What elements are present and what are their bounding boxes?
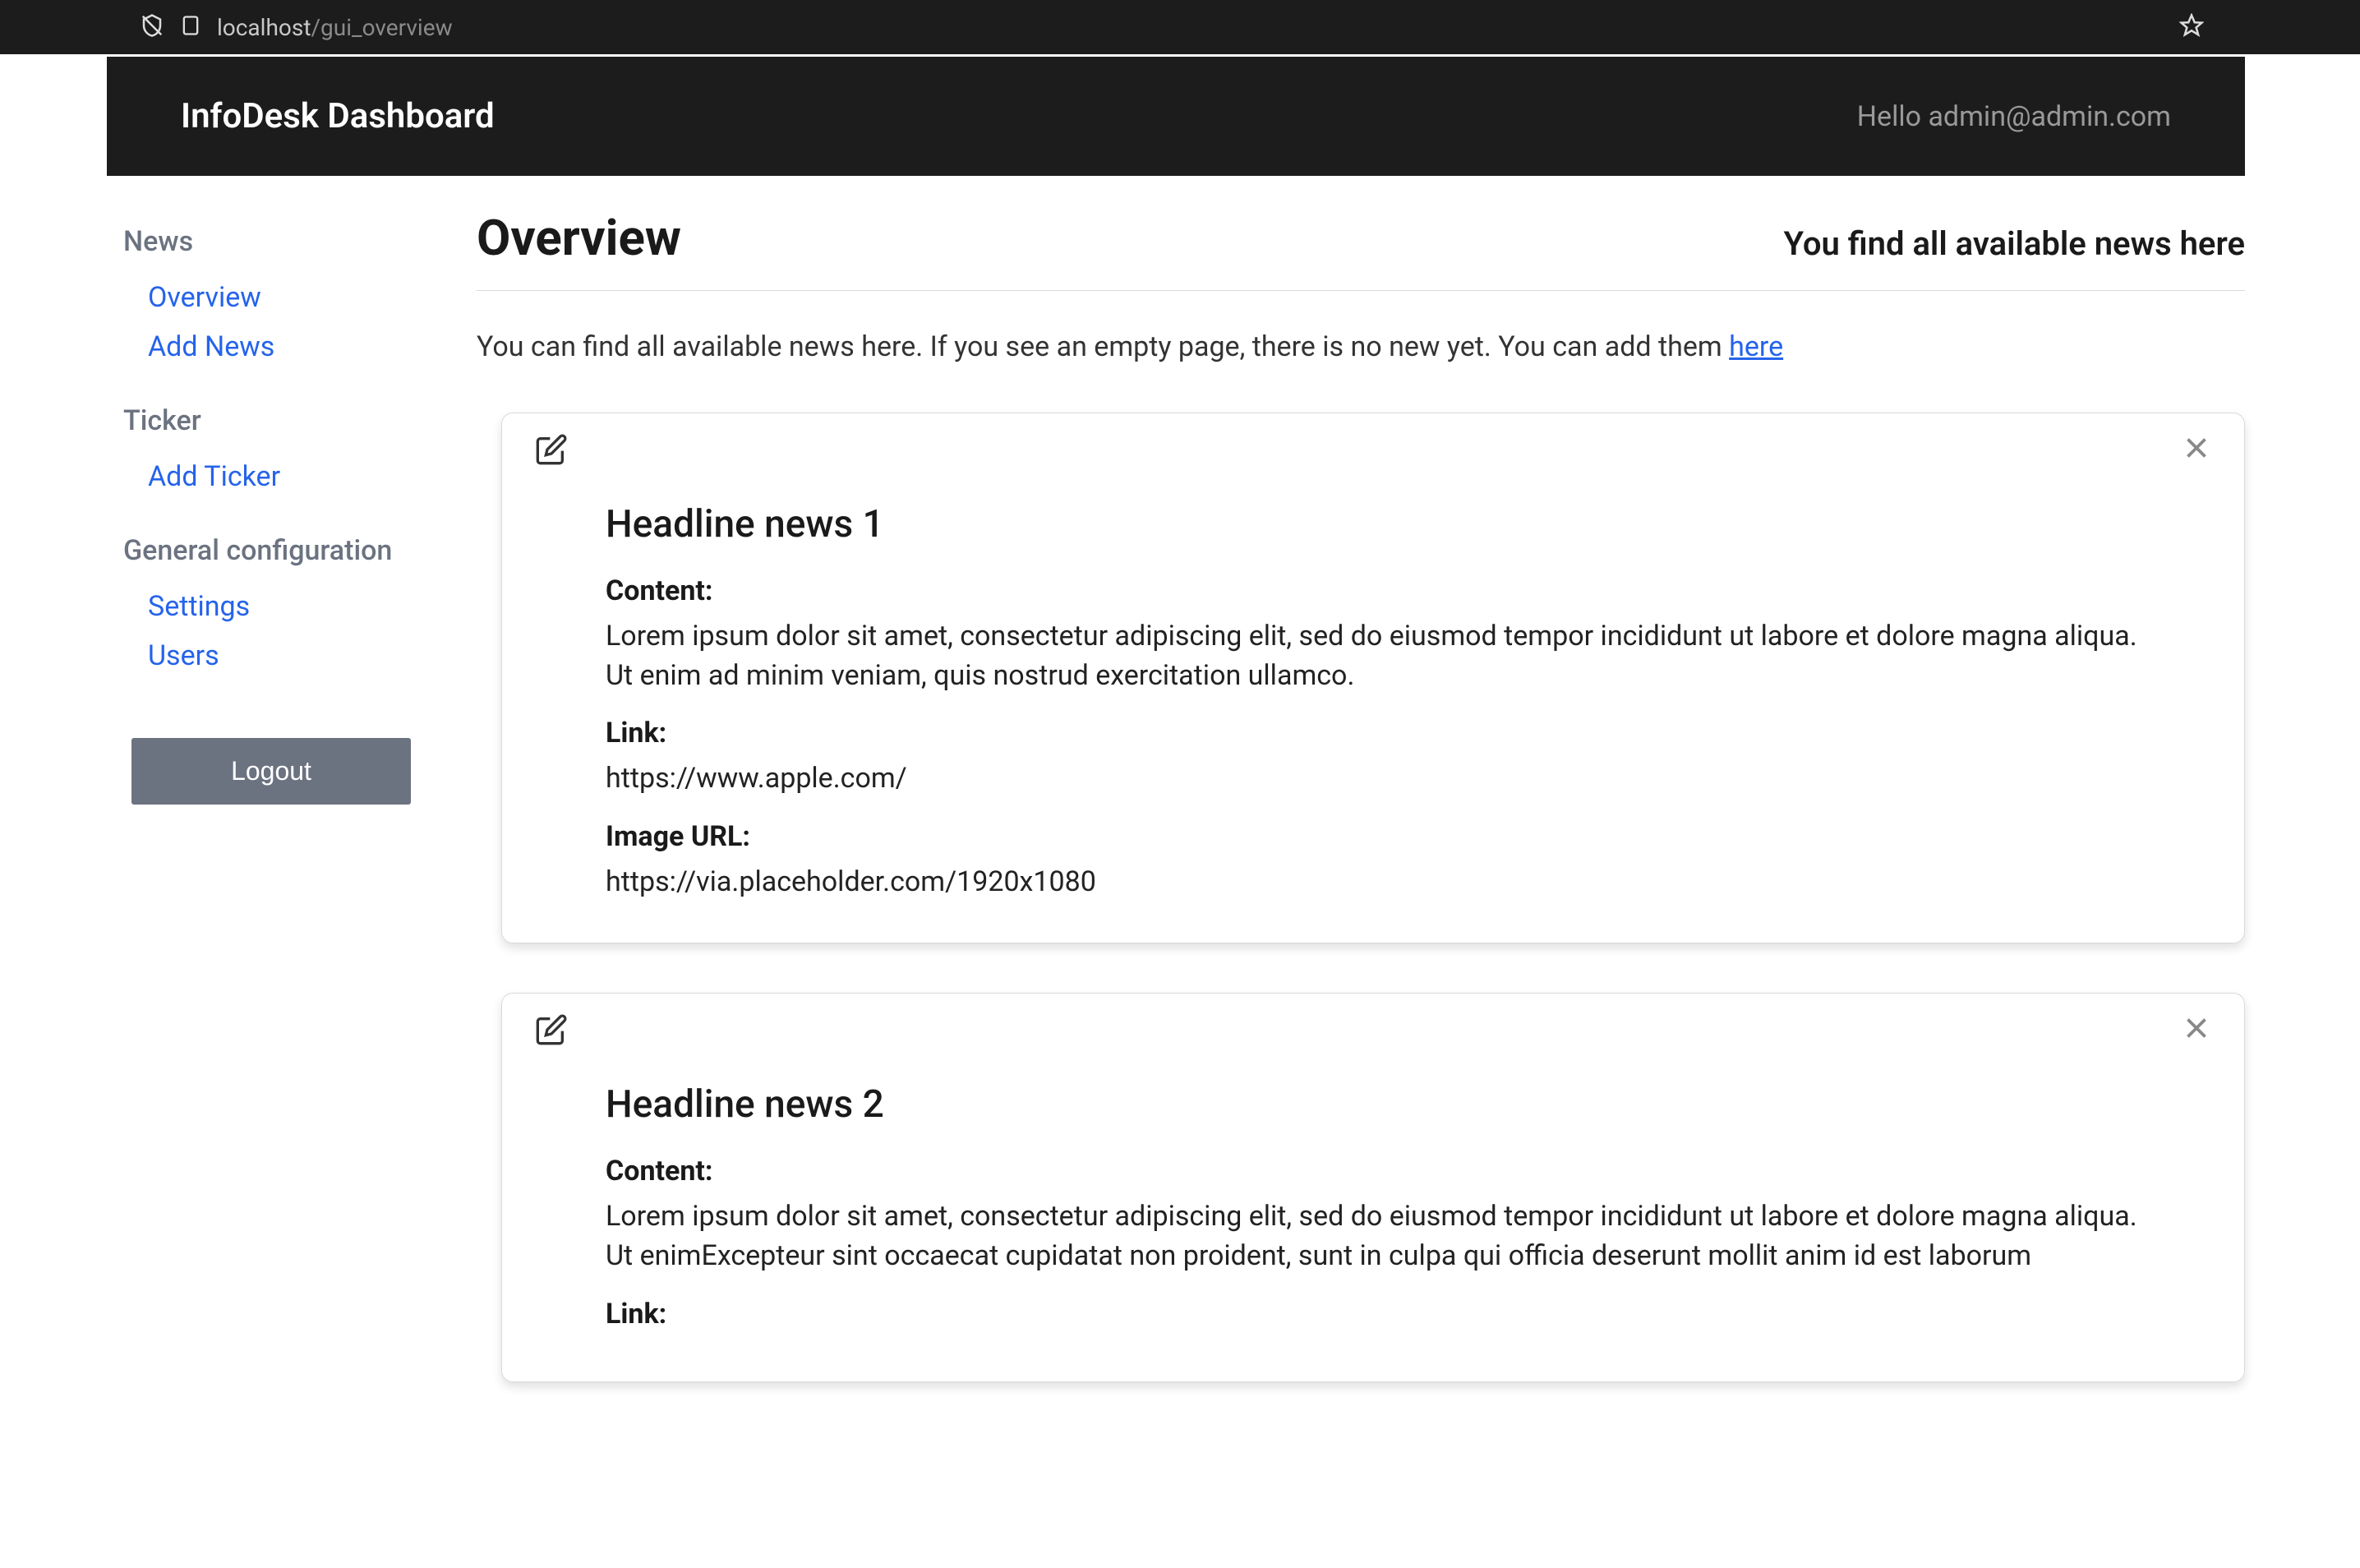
link-label: Link: — [606, 1298, 2141, 1330]
app-title: InfoDesk Dashboard — [181, 96, 495, 136]
sidebar-item-overview[interactable]: Overview — [123, 273, 394, 322]
sidebar-item-users[interactable]: Users — [123, 631, 394, 680]
image-url-label: Image URL: — [606, 820, 2141, 853]
news-headline: Headline news 2 — [606, 1082, 2141, 1127]
content-label: Content: — [606, 574, 2141, 607]
sidebar-item-add-news[interactable]: Add News — [123, 322, 394, 371]
page-icon — [179, 14, 202, 40]
logout-button[interactable]: Logout — [131, 738, 411, 805]
sidebar-section-news: News — [123, 225, 394, 258]
news-content: Lorem ipsum dolor sit amet, consectetur … — [606, 1197, 2141, 1275]
browser-address-bar: localhost/gui_overview — [0, 0, 2360, 54]
sidebar-item-add-ticker[interactable]: Add Ticker — [123, 452, 394, 501]
edit-icon[interactable] — [535, 1013, 568, 1049]
main-content: Overview You find all available news her… — [411, 176, 2245, 1464]
page-title: Overview — [477, 209, 681, 267]
edit-icon[interactable] — [535, 433, 568, 469]
user-greeting: Hello admin@admin.com — [1857, 100, 2171, 133]
news-headline: Headline news 1 — [606, 502, 2141, 546]
sidebar: News Overview Add News Ticker Add Ticker… — [107, 176, 411, 1464]
url-display[interactable]: localhost/gui_overview — [217, 14, 453, 41]
news-content: Lorem ipsum dolor sit amet, consectetur … — [606, 617, 2141, 695]
page-subtitle: You find all available news here — [1784, 224, 2245, 263]
close-icon[interactable] — [2182, 433, 2211, 466]
sidebar-section-ticker: Ticker — [123, 404, 394, 437]
content-label: Content: — [606, 1155, 2141, 1188]
intro-text: You can find all available news here. If… — [477, 330, 2245, 363]
news-image-url: https://via.placeholder.com/1920x1080 — [606, 863, 2141, 902]
news-card: Headline news 2 Content: Lorem ipsum dol… — [501, 993, 2245, 1381]
sidebar-section-general: General configuration — [123, 534, 394, 567]
add-news-link[interactable]: here — [1729, 330, 1783, 363]
news-link: https://www.apple.com/ — [606, 759, 2141, 799]
bookmark-star-icon[interactable] — [2179, 13, 2204, 41]
shield-off-icon[interactable] — [140, 13, 164, 41]
link-label: Link: — [606, 717, 2141, 749]
news-card: Headline news 1 Content: Lorem ipsum dol… — [501, 413, 2245, 943]
app-header: InfoDesk Dashboard Hello admin@admin.com — [107, 57, 2245, 176]
close-icon[interactable] — [2182, 1013, 2211, 1046]
sidebar-item-settings[interactable]: Settings — [123, 582, 394, 631]
